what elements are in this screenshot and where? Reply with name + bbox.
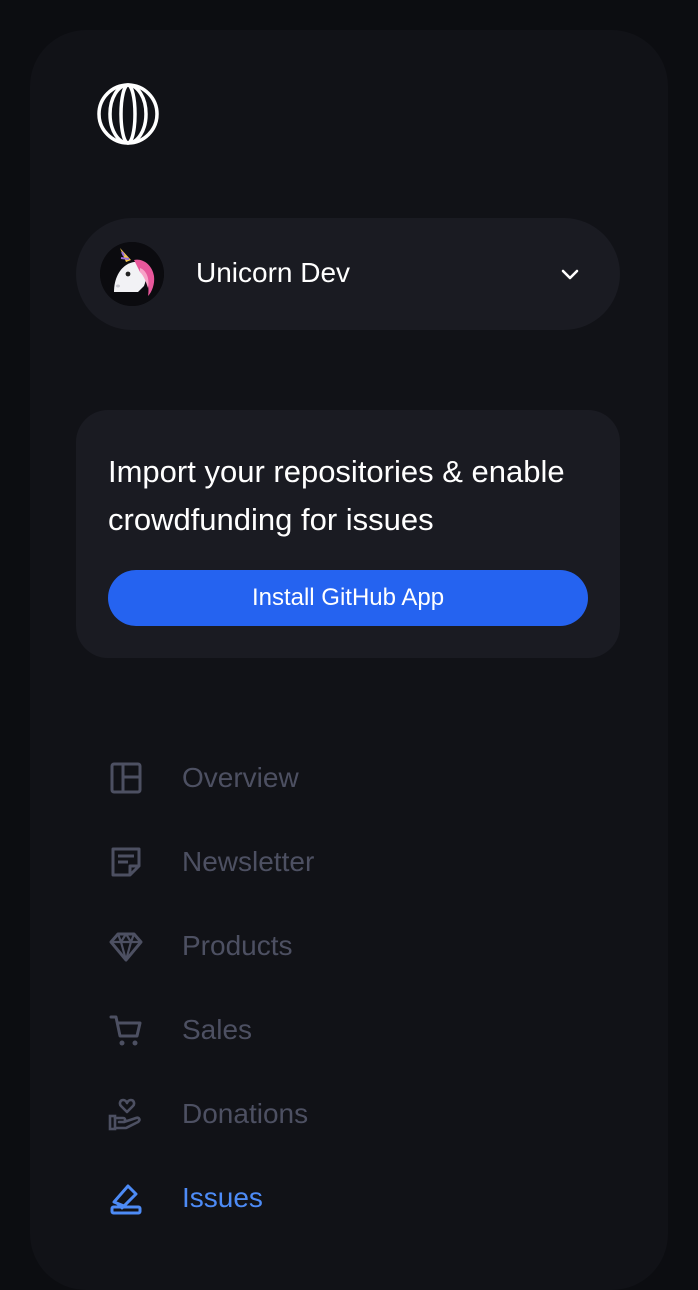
account-name: Unicorn Dev [196,257,351,288]
sidebar-item-products[interactable]: Products [106,904,586,988]
polar-logo-icon[interactable] [96,82,160,146]
cart-icon [106,1010,146,1050]
github-app-promo-card: Import your repositories & enable crowdf… [76,410,620,658]
sidebar-item-sales[interactable]: Sales [106,988,586,1072]
install-github-app-button[interactable]: Install GitHub App [108,570,588,626]
sidebar-item-overview[interactable]: Overview [106,736,586,820]
sidebar-item-newsletter[interactable]: Newsletter [106,820,586,904]
hand-heart-icon [106,1094,146,1134]
sidebar-panel: Unicorn Dev Import your repositories & e… [30,30,668,1290]
promo-text: Import your repositories & enable crowdf… [108,454,565,537]
sidebar-item-label: Newsletter [182,846,315,877]
avatar [100,242,164,306]
sidebar-nav: Overview Newsletter Products Sales Donat… [106,736,586,1240]
layout-icon [106,758,146,798]
sidebar-item-issues[interactable]: Issues [106,1156,586,1240]
sidebar-item-label: Overview [182,762,299,793]
sidebar-item-label: Donations [182,1098,309,1129]
sidebar-item-donations[interactable]: Donations [106,1072,586,1156]
sidebar-item-label: Sales [182,1014,253,1045]
diamond-icon [106,926,146,966]
chevron-down-icon[interactable] [556,260,584,288]
issues-icon [106,1178,146,1218]
sidebar-item-label: Products [182,930,293,961]
account-switcher[interactable]: Unicorn Dev [76,218,620,330]
unicorn-icon [100,242,164,306]
newsletter-icon [106,842,146,882]
sidebar-item-label: Issues [182,1182,263,1213]
